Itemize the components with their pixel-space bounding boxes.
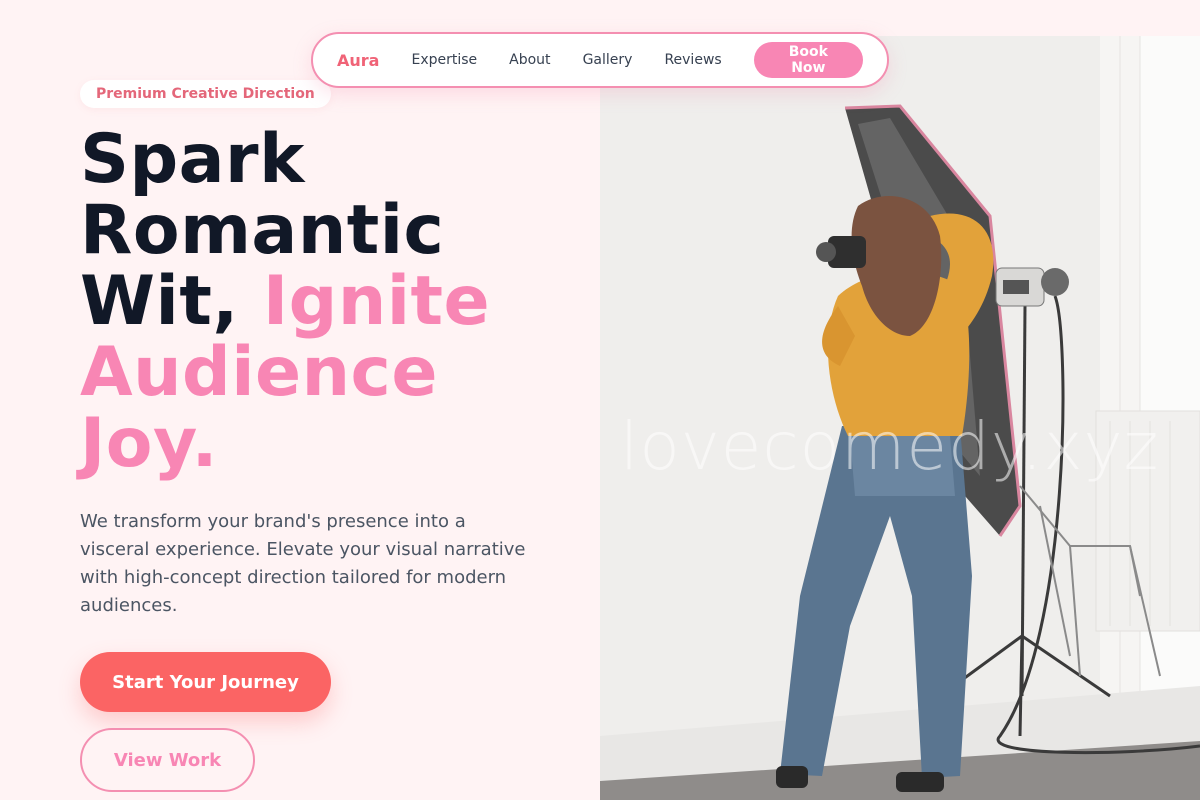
view-work-button[interactable]: View Work	[80, 728, 255, 792]
hero-image: lovecomedy.xyz	[600, 36, 1200, 800]
main-navigation: Aura Expertise About Gallery Reviews Boo…	[311, 32, 889, 88]
brand-logo[interactable]: Aura	[337, 51, 379, 70]
headline-line-1: Spark	[80, 120, 305, 199]
nav-link-about[interactable]: About	[509, 52, 550, 68]
eyebrow-badge: Premium Creative Direction	[80, 80, 331, 108]
nav-link-gallery[interactable]: Gallery	[583, 52, 633, 68]
nav-link-expertise[interactable]: Expertise	[411, 52, 477, 68]
headline-line-4: Audience	[80, 333, 438, 412]
headline-line-3-accent: Ignite	[262, 262, 491, 341]
headline-line-5: Joy.	[80, 404, 218, 483]
start-journey-button[interactable]: Start Your Journey	[80, 652, 331, 712]
image-watermark: lovecomedy.xyz	[620, 408, 1160, 485]
hero-headline: Spark Romantic Wit, Ignite Audience Joy.	[80, 124, 580, 479]
nav-link-reviews[interactable]: Reviews	[664, 52, 721, 68]
hero-description: We transform your brand's presence into …	[80, 511, 526, 616]
headline-line-3-start: Wit,	[80, 262, 239, 341]
headline-line-2: Romantic	[80, 191, 445, 270]
book-now-button[interactable]: Book Now	[753, 42, 863, 78]
